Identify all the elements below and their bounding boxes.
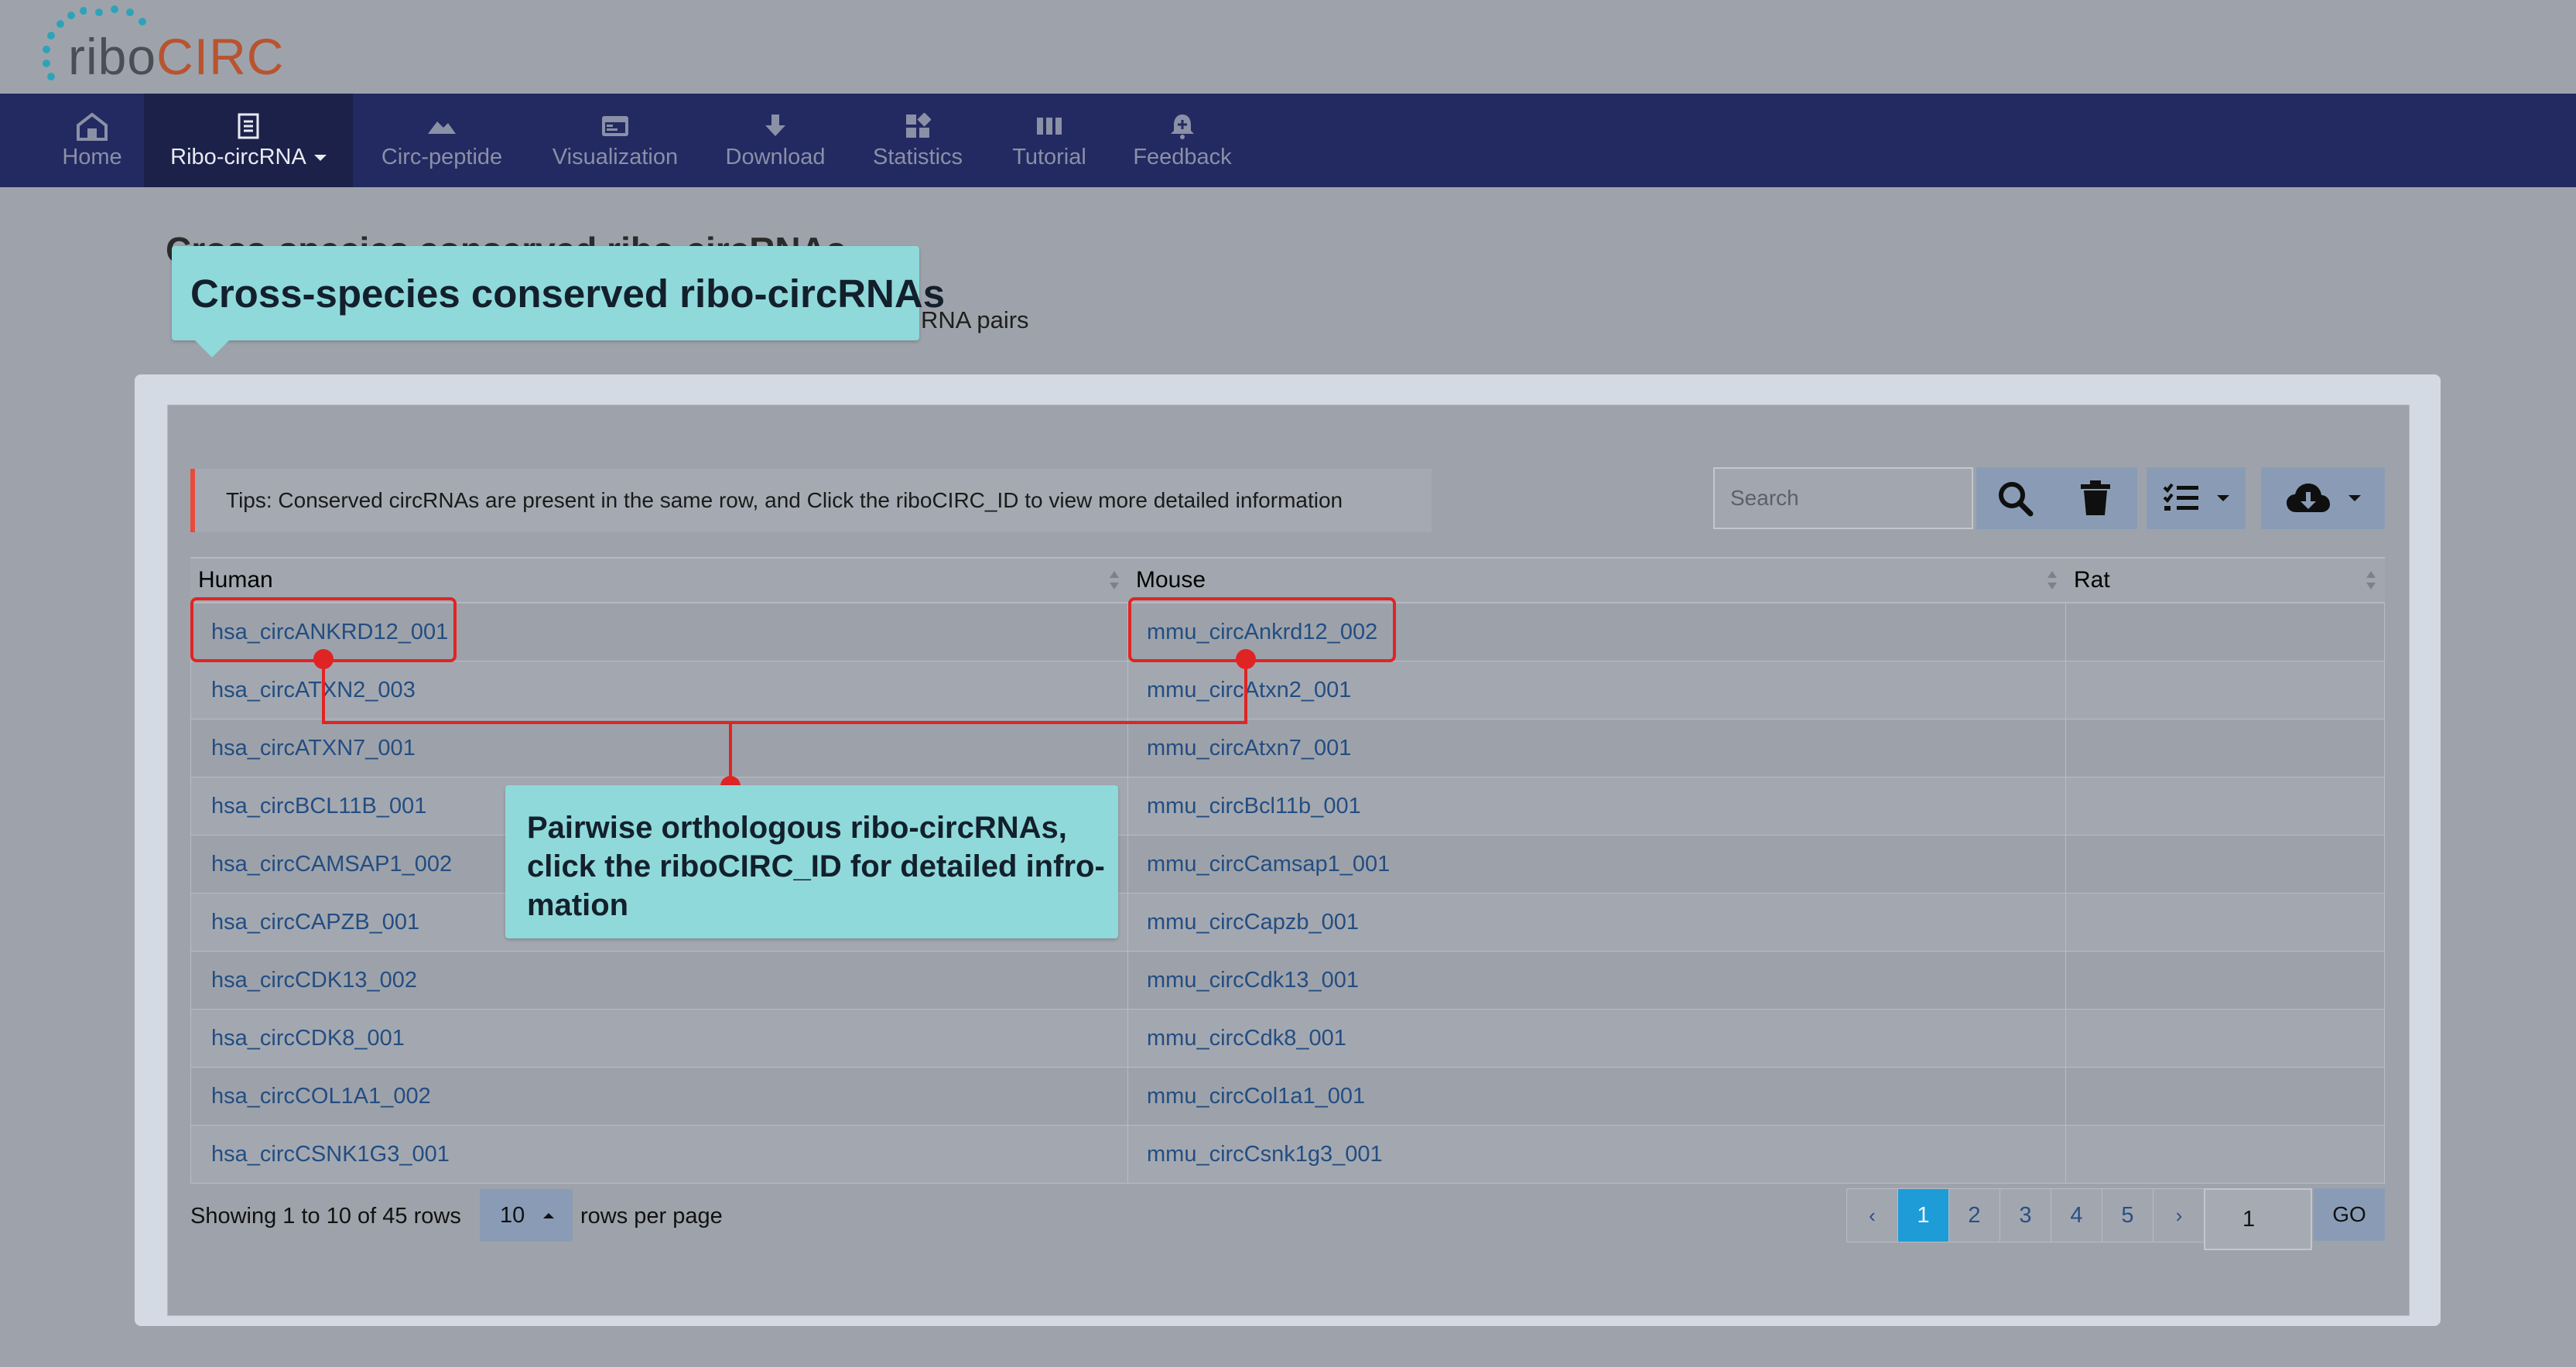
chevron-down-icon (313, 155, 327, 162)
main-nav: Home Ribo-circRNA Circ-peptide Visualiza… (0, 94, 2576, 187)
mouse-id-link[interactable]: mmu_circCdk13_001 (1147, 968, 1359, 993)
rat-id-cell (2066, 952, 2385, 1009)
clear-search-button[interactable] (2054, 467, 2137, 529)
pagination: ‹ 1 2 3 4 5 › (1846, 1188, 2205, 1242)
human-id-link[interactable]: hsa_circCDK8_001 (211, 1026, 405, 1051)
pairwise-orthologous-callout: Pairwise orthologous ribo-circRNAs, clic… (505, 785, 1118, 938)
human-id-link[interactable]: hsa_circCSNK1G3_001 (211, 1142, 450, 1167)
chevron-up-icon (543, 1212, 555, 1218)
search-icon (1999, 482, 2034, 517)
title-callout: Cross-species conserved ribo-circRNAs (172, 246, 945, 357)
rat-id-cell (2066, 894, 2385, 951)
human-id-link[interactable]: hsa_circCOL1A1_002 (211, 1084, 431, 1109)
search-button[interactable] (1976, 467, 2054, 529)
human-id-link[interactable]: hsa_circCDK13_002 (211, 968, 417, 993)
document-icon (238, 113, 259, 139)
nav-item-feedback[interactable]: Feedback (1122, 94, 1243, 187)
nav-item-ribo-circrna[interactable]: Ribo-circRNA (144, 94, 353, 187)
mouse-id-link[interactable]: mmu_circCsnk1g3_001 (1147, 1142, 1383, 1167)
human-id-link[interactable]: hsa_circATXN7_001 (211, 736, 416, 761)
human-id-link[interactable]: hsa_circBCL11B_001 (211, 794, 426, 819)
rat-id-cell (2066, 1010, 2385, 1067)
goto-page-input[interactable] (2204, 1188, 2312, 1250)
home-icon (77, 112, 108, 141)
cloud-download-icon (2287, 484, 2330, 512)
nav-item-circ-peptide[interactable]: Circ-peptide (370, 94, 514, 187)
table-row: hsa_circCDK13_002 mmu_circCdk13_001 (190, 952, 2385, 1010)
mouse-id-link[interactable]: mmu_circCol1a1_001 (1147, 1084, 1365, 1109)
human-id-link[interactable]: hsa_circATXN2_003 (211, 678, 416, 703)
page-button-4[interactable]: 4 (2051, 1189, 2102, 1242)
next-page-button[interactable]: › (2154, 1189, 2205, 1242)
columns-icon (1037, 118, 1062, 135)
mouse-id-link[interactable]: mmu_circCdk8_001 (1147, 1026, 1346, 1051)
pagination-summary: Showing 1 to 10 of 45 rows (190, 1204, 461, 1229)
mouse-id-link[interactable]: mmu_circBcl11b_001 (1147, 794, 1361, 819)
rat-id-cell (2066, 719, 2385, 777)
nav-item-download[interactable]: Download (712, 94, 839, 187)
column-header-human[interactable]: Human (190, 559, 1128, 602)
rat-id-cell (2066, 1068, 2385, 1125)
list-checks-icon (2163, 483, 2198, 511)
go-button[interactable]: GO (2314, 1188, 2385, 1241)
page-size-select[interactable]: 10 (480, 1189, 573, 1242)
trash-icon (2081, 480, 2110, 515)
column-header-rat[interactable]: Rat (2066, 559, 2385, 602)
columns-toggle-button[interactable] (2147, 467, 2246, 529)
table-row: hsa_circCOL1A1_002 mmu_circCol1a1_001 (190, 1068, 2385, 1126)
logo-wordmark: riboCIRC (68, 28, 285, 85)
rat-id-cell (2066, 603, 2385, 661)
search-input[interactable] (1713, 467, 1973, 529)
rat-id-cell (2066, 1126, 2385, 1183)
human-id-link[interactable]: hsa_circCAMSAP1_002 (211, 852, 452, 877)
sort-icon (1110, 571, 1119, 590)
site-header: riboCIRC (0, 0, 2576, 94)
download-arrow-icon (765, 114, 785, 136)
mouse-id-highlight (1128, 597, 1396, 662)
ribocirc-logo[interactable]: riboCIRC (40, 5, 288, 90)
human-id-highlight (190, 597, 457, 662)
table-row: hsa_circATXN7_001 mmu_circAtxn7_001 (190, 719, 2385, 777)
chevron-down-icon (2349, 495, 2361, 501)
sort-icon (2047, 571, 2057, 590)
rat-id-cell (2066, 777, 2385, 835)
grid-blocks-icon (906, 113, 931, 138)
prev-page-button[interactable]: ‹ (1847, 1189, 1898, 1242)
mouse-id-link[interactable]: mmu_circCamsap1_001 (1147, 852, 1390, 877)
table-row: hsa_circCDK8_001 mmu_circCdk8_001 (190, 1010, 2385, 1068)
mouse-id-link[interactable]: mmu_circCapzb_001 (1147, 910, 1359, 935)
mouse-id-link[interactable]: mmu_circAtxn7_001 (1147, 736, 1351, 761)
sort-icon (2366, 571, 2376, 590)
table-header: Human Mouse Rat (190, 557, 2385, 603)
page-button-2[interactable]: 2 (1949, 1189, 2000, 1242)
chevron-down-icon (2217, 495, 2229, 501)
browser-window-icon (602, 116, 628, 136)
mouse-id-link[interactable]: mmu_circAtxn2_001 (1147, 678, 1351, 703)
table-row: hsa_circATXN2_003 mmu_circAtxn2_001 (190, 661, 2385, 719)
page-button-1[interactable]: 1 (1898, 1189, 1949, 1242)
nav-item-statistics[interactable]: Statistics (860, 94, 975, 187)
bell-plus-icon (1171, 114, 1194, 139)
table-row: hsa_circCSNK1G3_001 mmu_circCsnk1g3_001 (190, 1126, 2385, 1184)
rat-id-cell (2066, 661, 2385, 719)
mountain-icon (428, 121, 456, 134)
tips-banner: Tips: Conserved circRNAs are present in … (190, 469, 1432, 532)
rows-per-page-label: rows per page (580, 1204, 723, 1229)
rat-id-cell (2066, 836, 2385, 893)
nav-item-tutorial[interactable]: Tutorial (992, 94, 1107, 187)
page-button-3[interactable]: 3 (2000, 1189, 2051, 1242)
column-header-mouse[interactable]: Mouse (1128, 559, 2066, 602)
nav-item-home[interactable]: Home (46, 94, 138, 187)
page-button-5[interactable]: 5 (2102, 1189, 2154, 1242)
human-id-link[interactable]: hsa_circCAPZB_001 (211, 910, 419, 935)
export-button[interactable] (2261, 467, 2385, 529)
nav-item-visualization[interactable]: Visualization (545, 94, 686, 187)
